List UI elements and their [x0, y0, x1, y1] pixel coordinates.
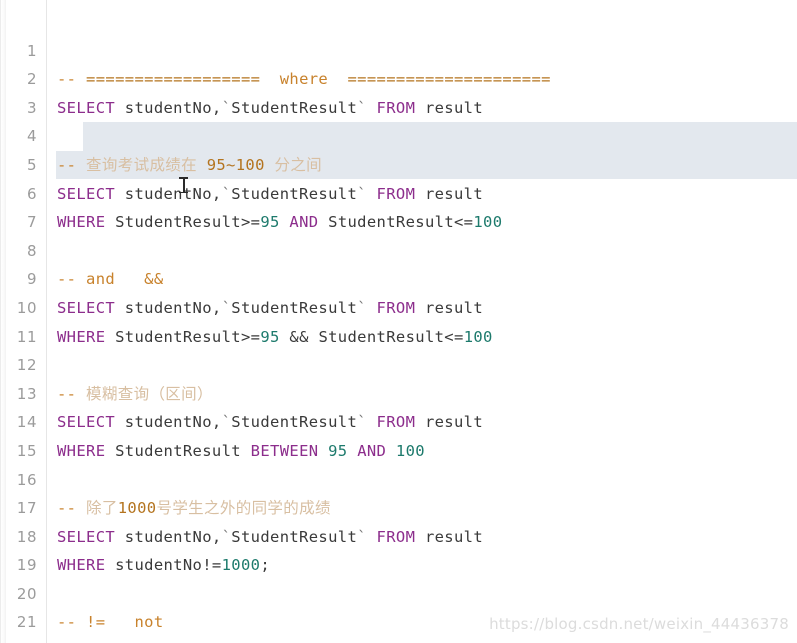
code-line[interactable]: 8 -- and &&	[1, 208, 797, 289]
code-line[interactable]: 20 -- != not	[1, 551, 797, 632]
code-line[interactable]: 17 SELECT studentNo,`StudentResult` FROM…	[1, 466, 797, 546]
code-lines[interactable]: 1 -- ================== where ==========…	[1, 8, 797, 643]
line-number: 22	[1, 637, 37, 643]
code-line[interactable]: 11	[1, 294, 797, 346]
line-content[interactable]: SELECT studentNo,`StudentResult` FROM re…	[57, 637, 483, 643]
code-line[interactable]: 19	[1, 523, 797, 574]
code-line[interactable]: 16 -- 除了1000号学生之外的同学的成绩	[1, 437, 797, 518]
code-line[interactable]: 4 -- 查询考试成绩在 95~100 分之间	[1, 94, 797, 174]
code-line[interactable]: 10 WHERE StudentResult>=95 && StudentRes…	[1, 265, 797, 346]
code-line[interactable]: 18 WHERE studentNo!=1000;	[1, 494, 797, 575]
code-editor[interactable]: 1 -- ================== where ==========…	[0, 0, 797, 643]
code-line[interactable]: 9 SELECT studentNo,`StudentResult` FROM …	[1, 237, 797, 317]
code-line[interactable]: 3	[1, 65, 797, 117]
code-line[interactable]: 14 WHERE StudentResult BETWEEN 95 AND 10…	[1, 380, 797, 460]
code-line[interactable]: 12 -- 模糊查询（区间）	[1, 323, 797, 403]
code-line[interactable]: 15	[1, 408, 797, 460]
code-line[interactable]: 7	[1, 180, 797, 231]
code-line[interactable]: 21 SELECT studentNo,`StudentResult` FROM…	[1, 580, 797, 643]
csdn-watermark: https://blog.csdn.net/weixin_44436378	[489, 615, 789, 633]
code-line[interactable]: 13 SELECT studentNo,`StudentResult` FROM…	[1, 351, 797, 432]
code-line-selected[interactable]: 6 WHERE StudentResult>=95 AND StudentRes…	[1, 151, 797, 232]
code-line-selected[interactable]: 5 SELECT studentNo,`StudentResult` FROM …	[1, 122, 797, 203]
code-line[interactable]: 1 -- ================== where ==========…	[1, 8, 797, 89]
code-line[interactable]: 2 SELECT studentNo,`StudentResult` FROM …	[1, 37, 797, 117]
